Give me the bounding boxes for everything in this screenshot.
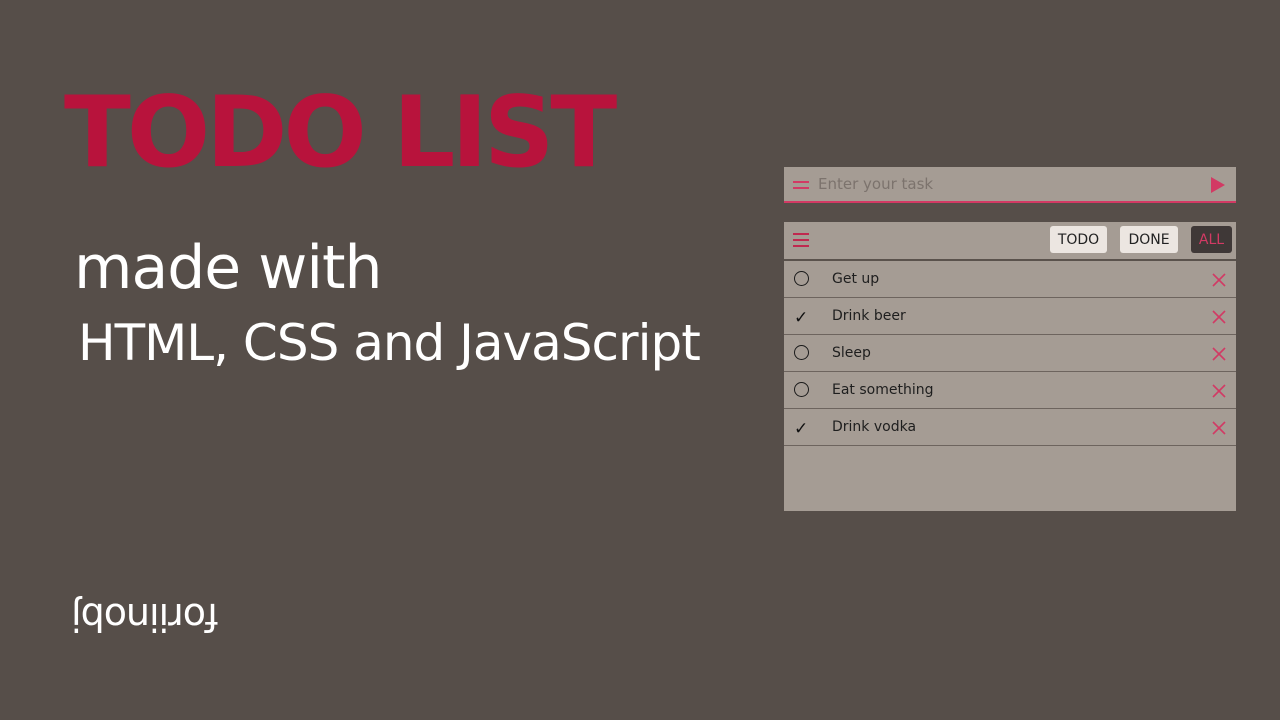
checkmark-icon[interactable]: ✓ bbox=[794, 308, 810, 327]
task-item[interactable]: ✓ Drink beer bbox=[784, 298, 1236, 335]
task-text: Drink vodka bbox=[832, 419, 917, 435]
task-item[interactable]: ✓ Drink vodka bbox=[784, 409, 1236, 446]
subtitle-line-1: made with bbox=[74, 233, 383, 303]
task-input[interactable] bbox=[818, 167, 1198, 201]
task-panel: TODO DONE ALL Get up ✓ Drink beer Sleep Eat … bbox=[784, 222, 1236, 511]
filter-done-button[interactable]: DONE bbox=[1120, 226, 1178, 253]
task-item[interactable]: Eat something bbox=[784, 372, 1236, 409]
filter-todo-button[interactable]: TODO bbox=[1050, 226, 1107, 253]
subtitle-line-2: HTML, CSS and JavaScript bbox=[78, 314, 701, 372]
close-icon[interactable] bbox=[1212, 272, 1226, 287]
add-task-button[interactable] bbox=[1208, 175, 1228, 195]
hamburger-icon[interactable] bbox=[793, 233, 809, 247]
task-text: Drink beer bbox=[832, 308, 906, 324]
close-icon[interactable] bbox=[1212, 309, 1226, 324]
close-icon[interactable] bbox=[1212, 420, 1226, 435]
circle-icon[interactable] bbox=[794, 271, 810, 287]
checkmark-icon[interactable]: ✓ bbox=[794, 419, 810, 438]
author-signature: foriinobj bbox=[72, 595, 219, 639]
close-icon[interactable] bbox=[1212, 346, 1226, 361]
task-input-bar bbox=[784, 167, 1236, 203]
task-list: Get up ✓ Drink beer Sleep Eat something ✓ Drin… bbox=[784, 261, 1236, 446]
page-title: TODO LIST bbox=[64, 76, 617, 190]
equals-icon bbox=[793, 181, 809, 189]
circle-icon[interactable] bbox=[794, 382, 810, 398]
task-item[interactable]: Sleep bbox=[784, 335, 1236, 372]
play-arrow-icon bbox=[1211, 177, 1225, 193]
circle-icon[interactable] bbox=[794, 345, 810, 361]
task-item[interactable]: Get up bbox=[784, 261, 1236, 298]
close-icon[interactable] bbox=[1212, 383, 1226, 398]
task-text: Eat something bbox=[832, 382, 934, 398]
filter-all-button[interactable]: ALL bbox=[1191, 226, 1232, 253]
filter-bar: TODO DONE ALL bbox=[784, 222, 1236, 261]
task-text: Get up bbox=[832, 271, 880, 287]
task-text: Sleep bbox=[832, 345, 871, 361]
